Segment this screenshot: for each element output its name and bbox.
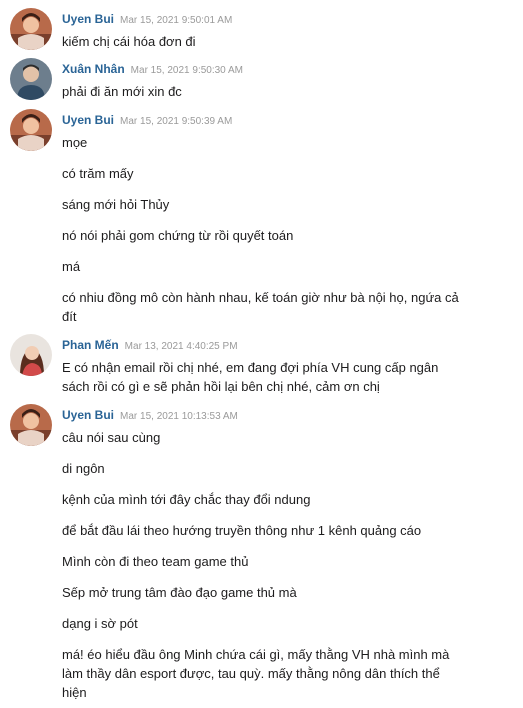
- message-text: sáng mới hỏi Thủy: [62, 197, 170, 212]
- message-text: câu nói sau cùng: [62, 430, 161, 445]
- author-name[interactable]: Xuân Nhân: [62, 62, 125, 76]
- message-text: để bắt đầu lái theo hướng truyền thông n…: [62, 523, 422, 538]
- avatar[interactable]: [10, 404, 52, 446]
- message-text: nó nói phải gom chứng từ rồi quyết toán: [62, 228, 294, 243]
- message-text: Sếp mở trung tâm đào đạo game thủ mà: [62, 585, 297, 600]
- message-header: Uyen Bui Mar 15, 2021 9:50:01 AM: [62, 0, 463, 27]
- message-header: Phan Mến Mar 13, 2021 4:40:25 PM: [62, 326, 463, 353]
- message-header: Uyen Bui Mar 15, 2021 10:13:53 AM: [62, 396, 463, 423]
- timestamp: Mar 15, 2021 10:13:53 AM: [120, 411, 238, 422]
- message-group: Xuân Nhân Mar 15, 2021 9:50:30 AM phải đi…: [0, 50, 523, 101]
- avatar[interactable]: [10, 8, 52, 50]
- message-group: Phan Mến Mar 13, 2021 4:40:25 PM E có nhậ…: [0, 326, 523, 396]
- message-text: có nhiu đồng mô còn hành nhau, kế toán g…: [62, 290, 459, 324]
- message-text: dạng i sờ pót: [62, 616, 138, 631]
- author-name[interactable]: Uyen Bui: [62, 408, 114, 422]
- avatar[interactable]: [10, 58, 52, 100]
- timestamp: Mar 15, 2021 9:50:30 AM: [130, 65, 243, 76]
- avatar[interactable]: [10, 109, 52, 151]
- message-text: kệnh của mình tới đây chắc thay đổi ndun…: [62, 492, 311, 507]
- message-text: di ngôn: [62, 461, 105, 476]
- message-text: có trăm mấy: [62, 166, 134, 181]
- author-name[interactable]: Uyen Bui: [62, 113, 114, 127]
- timestamp: Mar 15, 2021 9:50:39 AM: [120, 116, 233, 127]
- author-name[interactable]: Phan Mến: [62, 338, 119, 352]
- message-header: Uyen Bui Mar 15, 2021 9:50:39 AM: [62, 101, 463, 128]
- message-header: Xuân Nhân Mar 15, 2021 9:50:30 AM: [62, 50, 463, 77]
- avatar[interactable]: [10, 334, 52, 376]
- message-text: E có nhận email rồi chị nhé, em đang đợi…: [62, 360, 439, 394]
- message-text: Mình còn đi theo team game thủ: [62, 554, 249, 569]
- message-group: Uyen Bui Mar 15, 2021 9:50:39 AM mọe có t…: [0, 101, 523, 326]
- message-text: má: [62, 259, 81, 274]
- timestamp: Mar 13, 2021 4:40:25 PM: [124, 341, 238, 352]
- message-text: má! éo hiểu đầu ông Minh chứa cái gì, mấ…: [62, 647, 450, 700]
- message-group: Uyen Bui Mar 15, 2021 10:13:53 AM câu nói…: [0, 396, 523, 708]
- author-name[interactable]: Uyen Bui: [62, 12, 114, 26]
- message-text: mọe: [62, 135, 88, 150]
- timestamp: Mar 15, 2021 9:50:01 AM: [120, 15, 233, 26]
- message-feed: Uyen Bui Mar 15, 2021 9:50:01 AM kiếm chị…: [0, 0, 523, 708]
- message-group: Uyen Bui Mar 15, 2021 9:50:01 AM kiếm chị…: [0, 0, 523, 50]
